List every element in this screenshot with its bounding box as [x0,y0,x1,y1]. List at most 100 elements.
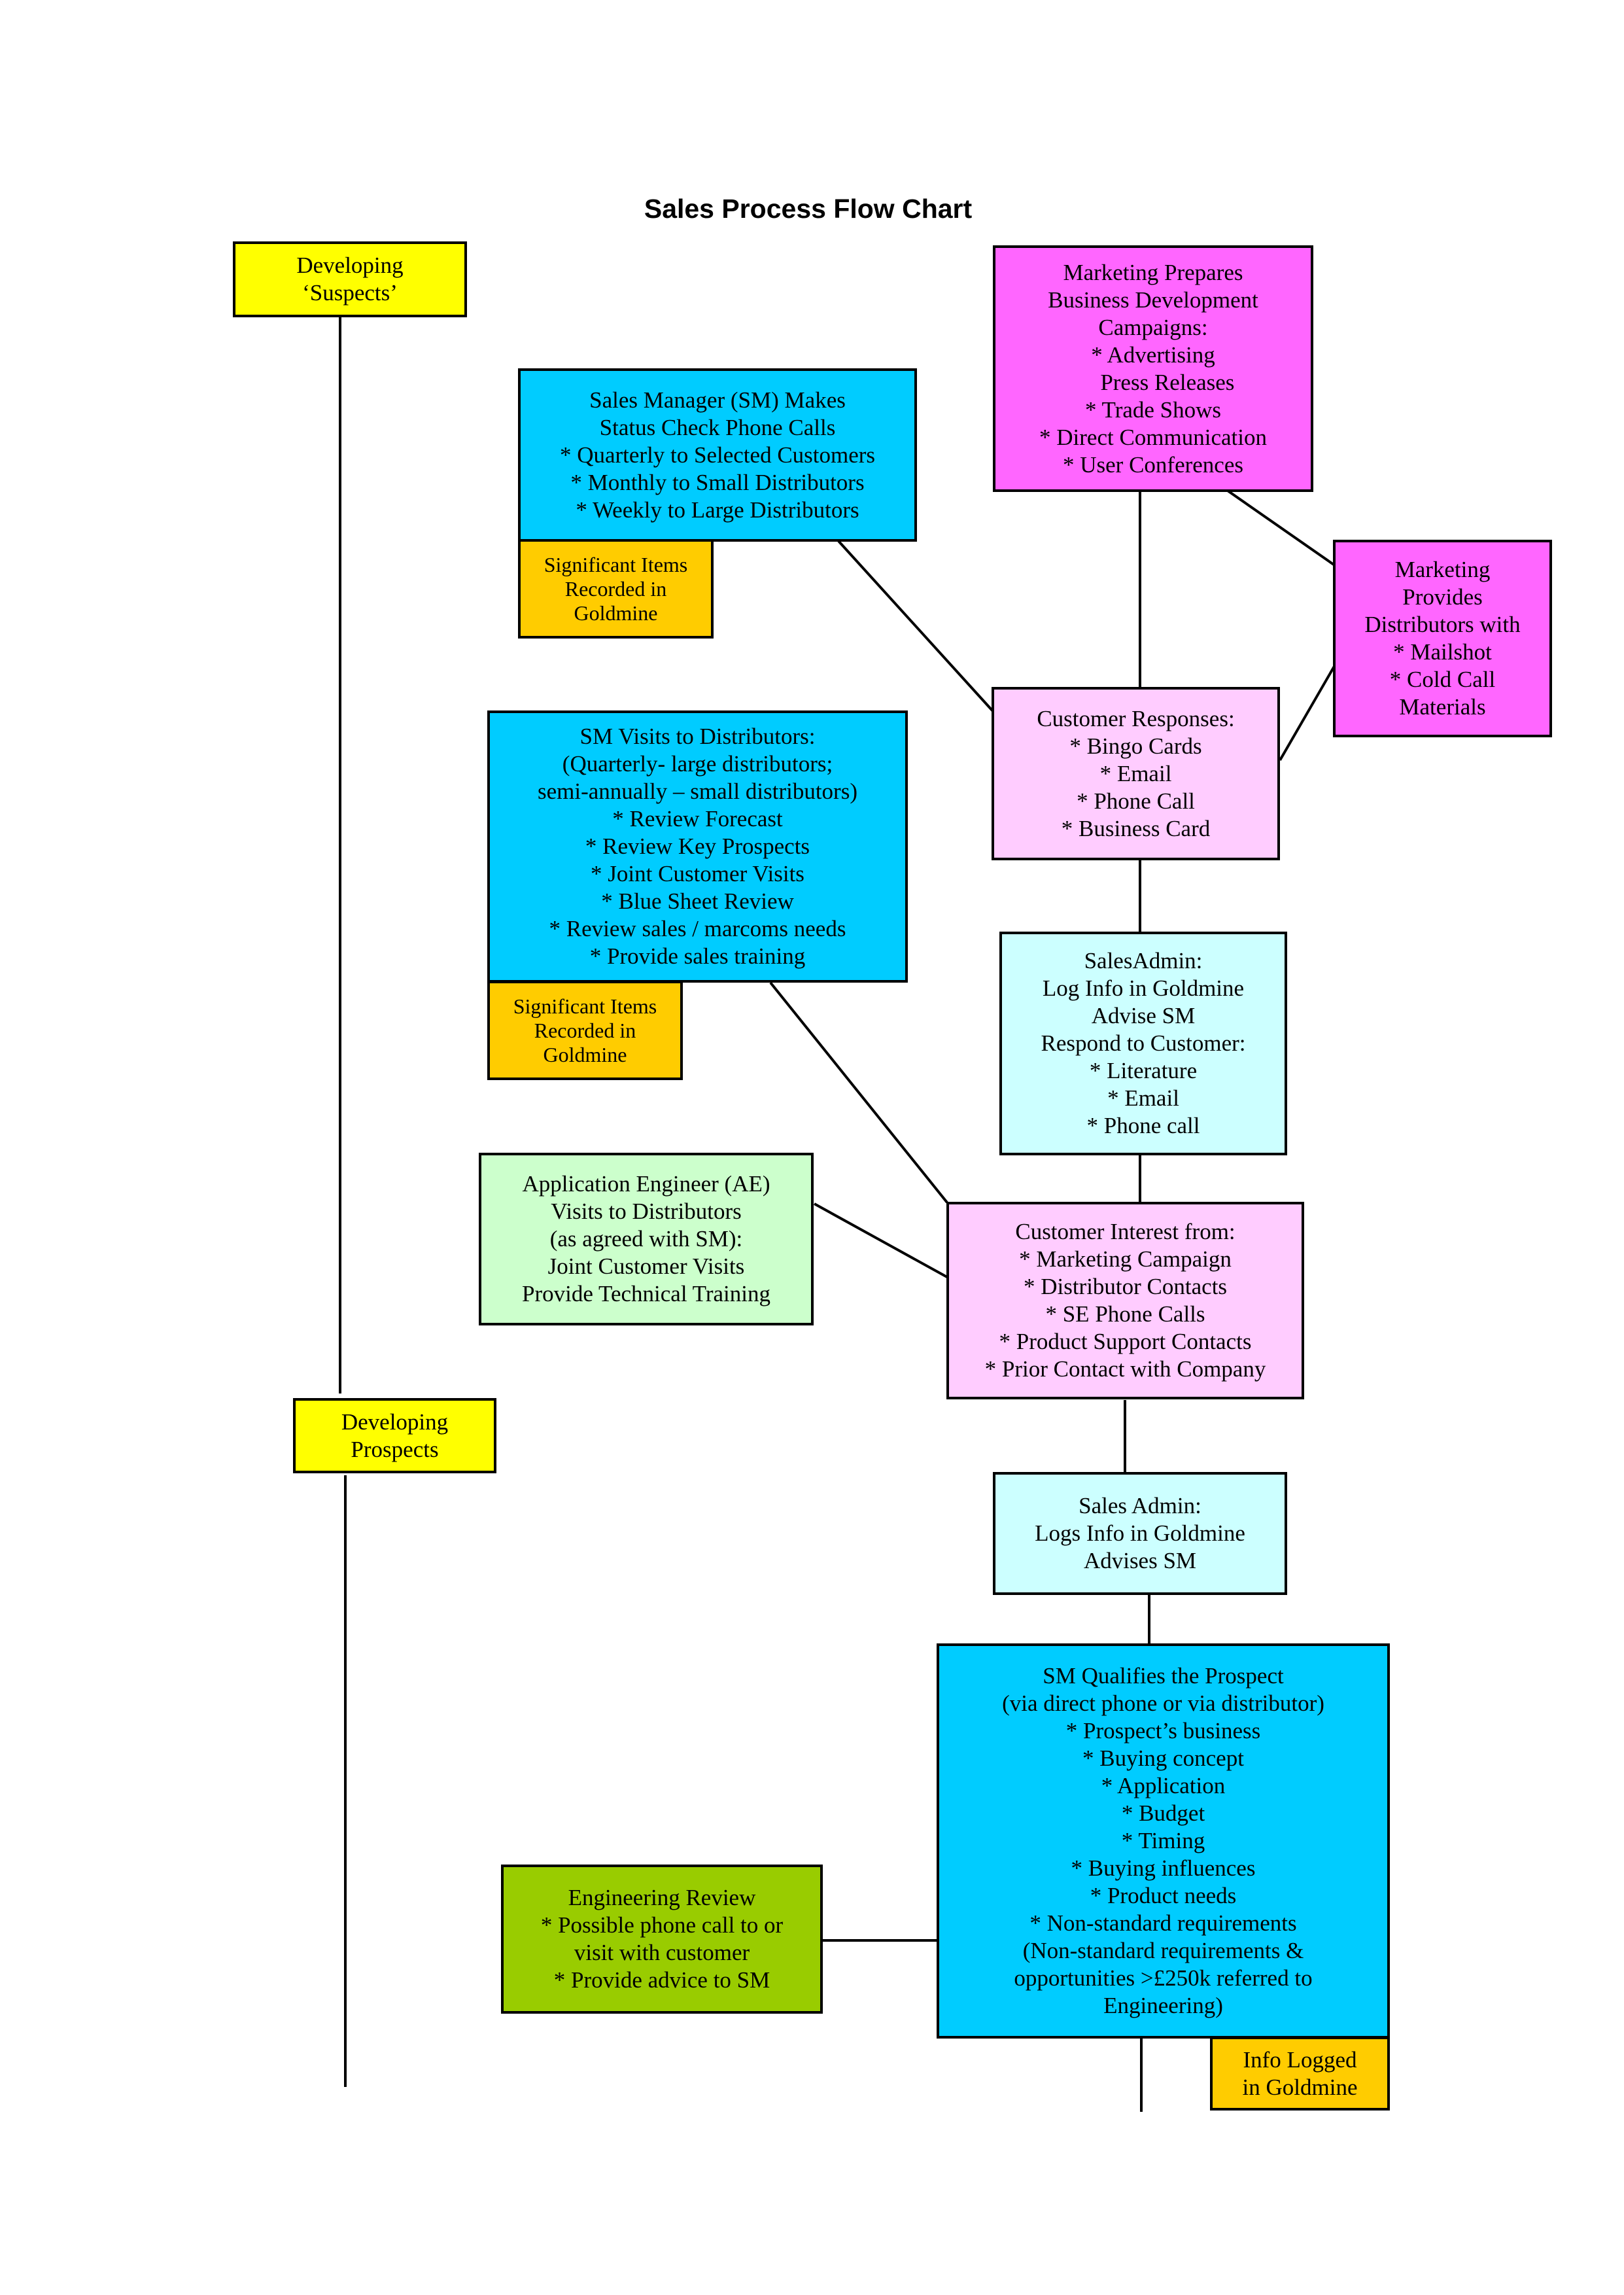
node-text-line: Info Logged [1243,2046,1357,2073]
node-text-line: Application Engineer (AE) [522,1171,770,1197]
node-customer-interest: Customer Interest from: * Marketing Campa… [946,1202,1304,1399]
node-text-line: semi-annually – small distributors) [538,779,857,804]
node-text-line: Sales Admin: [1079,1493,1201,1518]
node-text-line: SM Visits to Distributors: [579,724,816,749]
node-text-line: Joint Customer Visits [547,1253,745,1279]
node-text-line: * Blue Sheet Review [601,888,794,914]
node-significant-items-1: Significant Items Recorded in Goldmine [518,539,714,639]
node-text-line: Goldmine [543,1042,627,1066]
node-developing-prospects: Developing Prospects [293,1398,496,1473]
node-sm-qualifies: SM Qualifies the Prospect (via direct pho… [937,1643,1390,2039]
node-text-line: Log Info in Goldmine [1042,975,1245,1001]
node-text-line: * Product Support Contacts [999,1329,1252,1354]
node-text-line: * Budget [1121,1800,1205,1826]
node-text-line: Distributors with [1364,612,1521,637]
node-text-line: * User Conferences [1062,451,1243,478]
node-text-line: * Review sales / marcoms needs [549,916,846,941]
node-text-line: * Product needs [1090,1883,1237,1908]
node-marketing-campaigns: Marketing Prepares Business Development Ca… [993,245,1313,492]
node-sales-admin-2: Sales Admin: Logs Info in Goldmine Advises… [993,1472,1287,1595]
node-text-line: * Buying influences [1071,1855,1256,1881]
node-text-line: * Review Key Prospects [585,833,810,859]
node-text-line: Developing [296,253,404,278]
node-text-line: Significant Items [544,552,688,576]
node-text-line: Visits to Distributors [551,1199,742,1224]
node-text-line: Engineering) [1103,1993,1223,2018]
node-text-line: Sales Manager (SM) Makes [589,387,846,413]
connector-sm-calls-to-responses [837,540,994,712]
node-text-line: Marketing Prepares [1063,259,1243,285]
node-text-line: * Provide advice to SM [553,1967,770,1993]
node-text-line: Significant Items [513,994,657,1018]
node-text-line: * Possible phone call to or [540,1912,784,1938]
node-text-line: * Bingo Cards [1069,733,1202,759]
node-text-line: * Business Card [1061,815,1211,841]
node-text-line: * Quarterly to Selected Customers [559,442,876,468]
node-text-line: * Literature [1089,1058,1198,1083]
node-text-line: * SE Phone Calls [1045,1301,1205,1327]
node-text-line: (via direct phone or via distributor) [1002,1691,1324,1716]
node-text-line: * Review Forecast [612,806,783,832]
node-application-engineer: Application Engineer (AE) Visits to Distr… [479,1153,814,1325]
node-text-line: * Joint Customer Visits [591,861,804,886]
node-text-line: * Trade Shows [1084,396,1222,423]
node-text-line: * Application [1101,1773,1226,1798]
node-text-line: Developing [341,1409,449,1435]
node-text-line: Customer Interest from: [1015,1219,1235,1244]
node-text-line: Business Development [1048,287,1258,313]
node-text-line: * Distributor Contacts [1023,1274,1228,1299]
node-text-line: (as agreed with SM): [549,1226,743,1252]
node-text-line: Advises SM [1083,1548,1197,1573]
node-text-line: Recorded in [534,1018,636,1042]
node-text-line: Recorded in [564,576,667,601]
node-developing-suspects: Developing ‘Suspects’ [233,241,467,317]
node-engineering-review: Engineering Review * Possible phone call … [501,1865,823,2014]
node-significant-items-2: Significant Items Recorded in Goldmine [487,981,683,1080]
node-text-line: Prospects [351,1436,439,1462]
node-text-line: * Provide sales training [589,943,806,969]
node-sales-admin-1: SalesAdmin: Log Info in Goldmine Advise SM… [999,932,1287,1155]
node-text-line: Provide Technical Training [522,1281,770,1306]
node-text-line: * Email [1107,1085,1179,1111]
node-text-line: * Cold Call [1389,667,1496,692]
connector-ae-to-interest [814,1202,948,1278]
node-text-line: Engineering Review [568,1885,756,1910]
node-text-line: opportunities >£250k referred to [1014,1965,1313,1991]
node-text-line: (Non-standard requirements & [1022,1938,1304,1963]
node-text-line: * Direct Communication [1039,424,1267,450]
node-text-line: Campaigns: [1098,314,1208,340]
node-text-line: Press Releases [1071,369,1235,395]
chart-title-text: Sales Process Flow Chart [644,194,973,224]
node-text-line: * Marketing Campaign [1019,1246,1232,1272]
node-text-line: SM Qualifies the Prospect [1043,1663,1284,1689]
node-sm-status-calls: Sales Manager (SM) Makes Status Check Pho… [518,368,917,542]
chart-title: Sales Process Flow Chart [0,194,1624,224]
node-text-line: * Buying concept [1082,1745,1244,1771]
node-text-line: Logs Info in Goldmine [1035,1520,1245,1546]
node-text-line: SalesAdmin: [1084,948,1203,973]
node-text-line: in Goldmine [1242,2074,1358,2100]
node-text-line: ‘Suspects’ [302,280,398,306]
connector-distributors-to-responses [1279,663,1337,762]
node-text-line: Goldmine [574,601,658,625]
node-text-line: Customer Responses: [1037,705,1235,731]
node-text-line: * Prior Contact with Company [984,1356,1266,1382]
node-text-line: * Timing [1121,1828,1205,1853]
node-text-line: Status Check Phone Calls [599,414,836,440]
node-text-line: Marketing [1394,557,1491,582]
node-text-line: Respond to Customer: [1041,1030,1246,1056]
node-marketing-distributors: Marketing Provides Distributors with * Mail… [1333,540,1552,737]
node-text-line: Advise SM [1091,1003,1196,1028]
node-info-logged: Info Logged in Goldmine [1210,2037,1390,2111]
node-text-line: (Quarterly- large distributors; [562,751,833,777]
node-text-line: * Weekly to Large Distributors [576,497,859,523]
node-text-line: Materials [1399,694,1486,720]
node-text-line: * Monthly to Small Distributors [570,469,865,495]
node-sm-visits: SM Visits to Distributors: (Quarterly- la… [487,710,908,983]
node-customer-responses: Customer Responses: * Bingo Cards * Email *… [992,687,1280,860]
node-text-line: * Advertising [1091,342,1215,368]
node-text-line: * Phone Call [1077,788,1195,814]
node-text-line: * Mailshot [1393,639,1492,665]
node-text-line: * Non-standard requirements [1029,1910,1297,1936]
node-text-line: visit with customer [574,1940,750,1965]
